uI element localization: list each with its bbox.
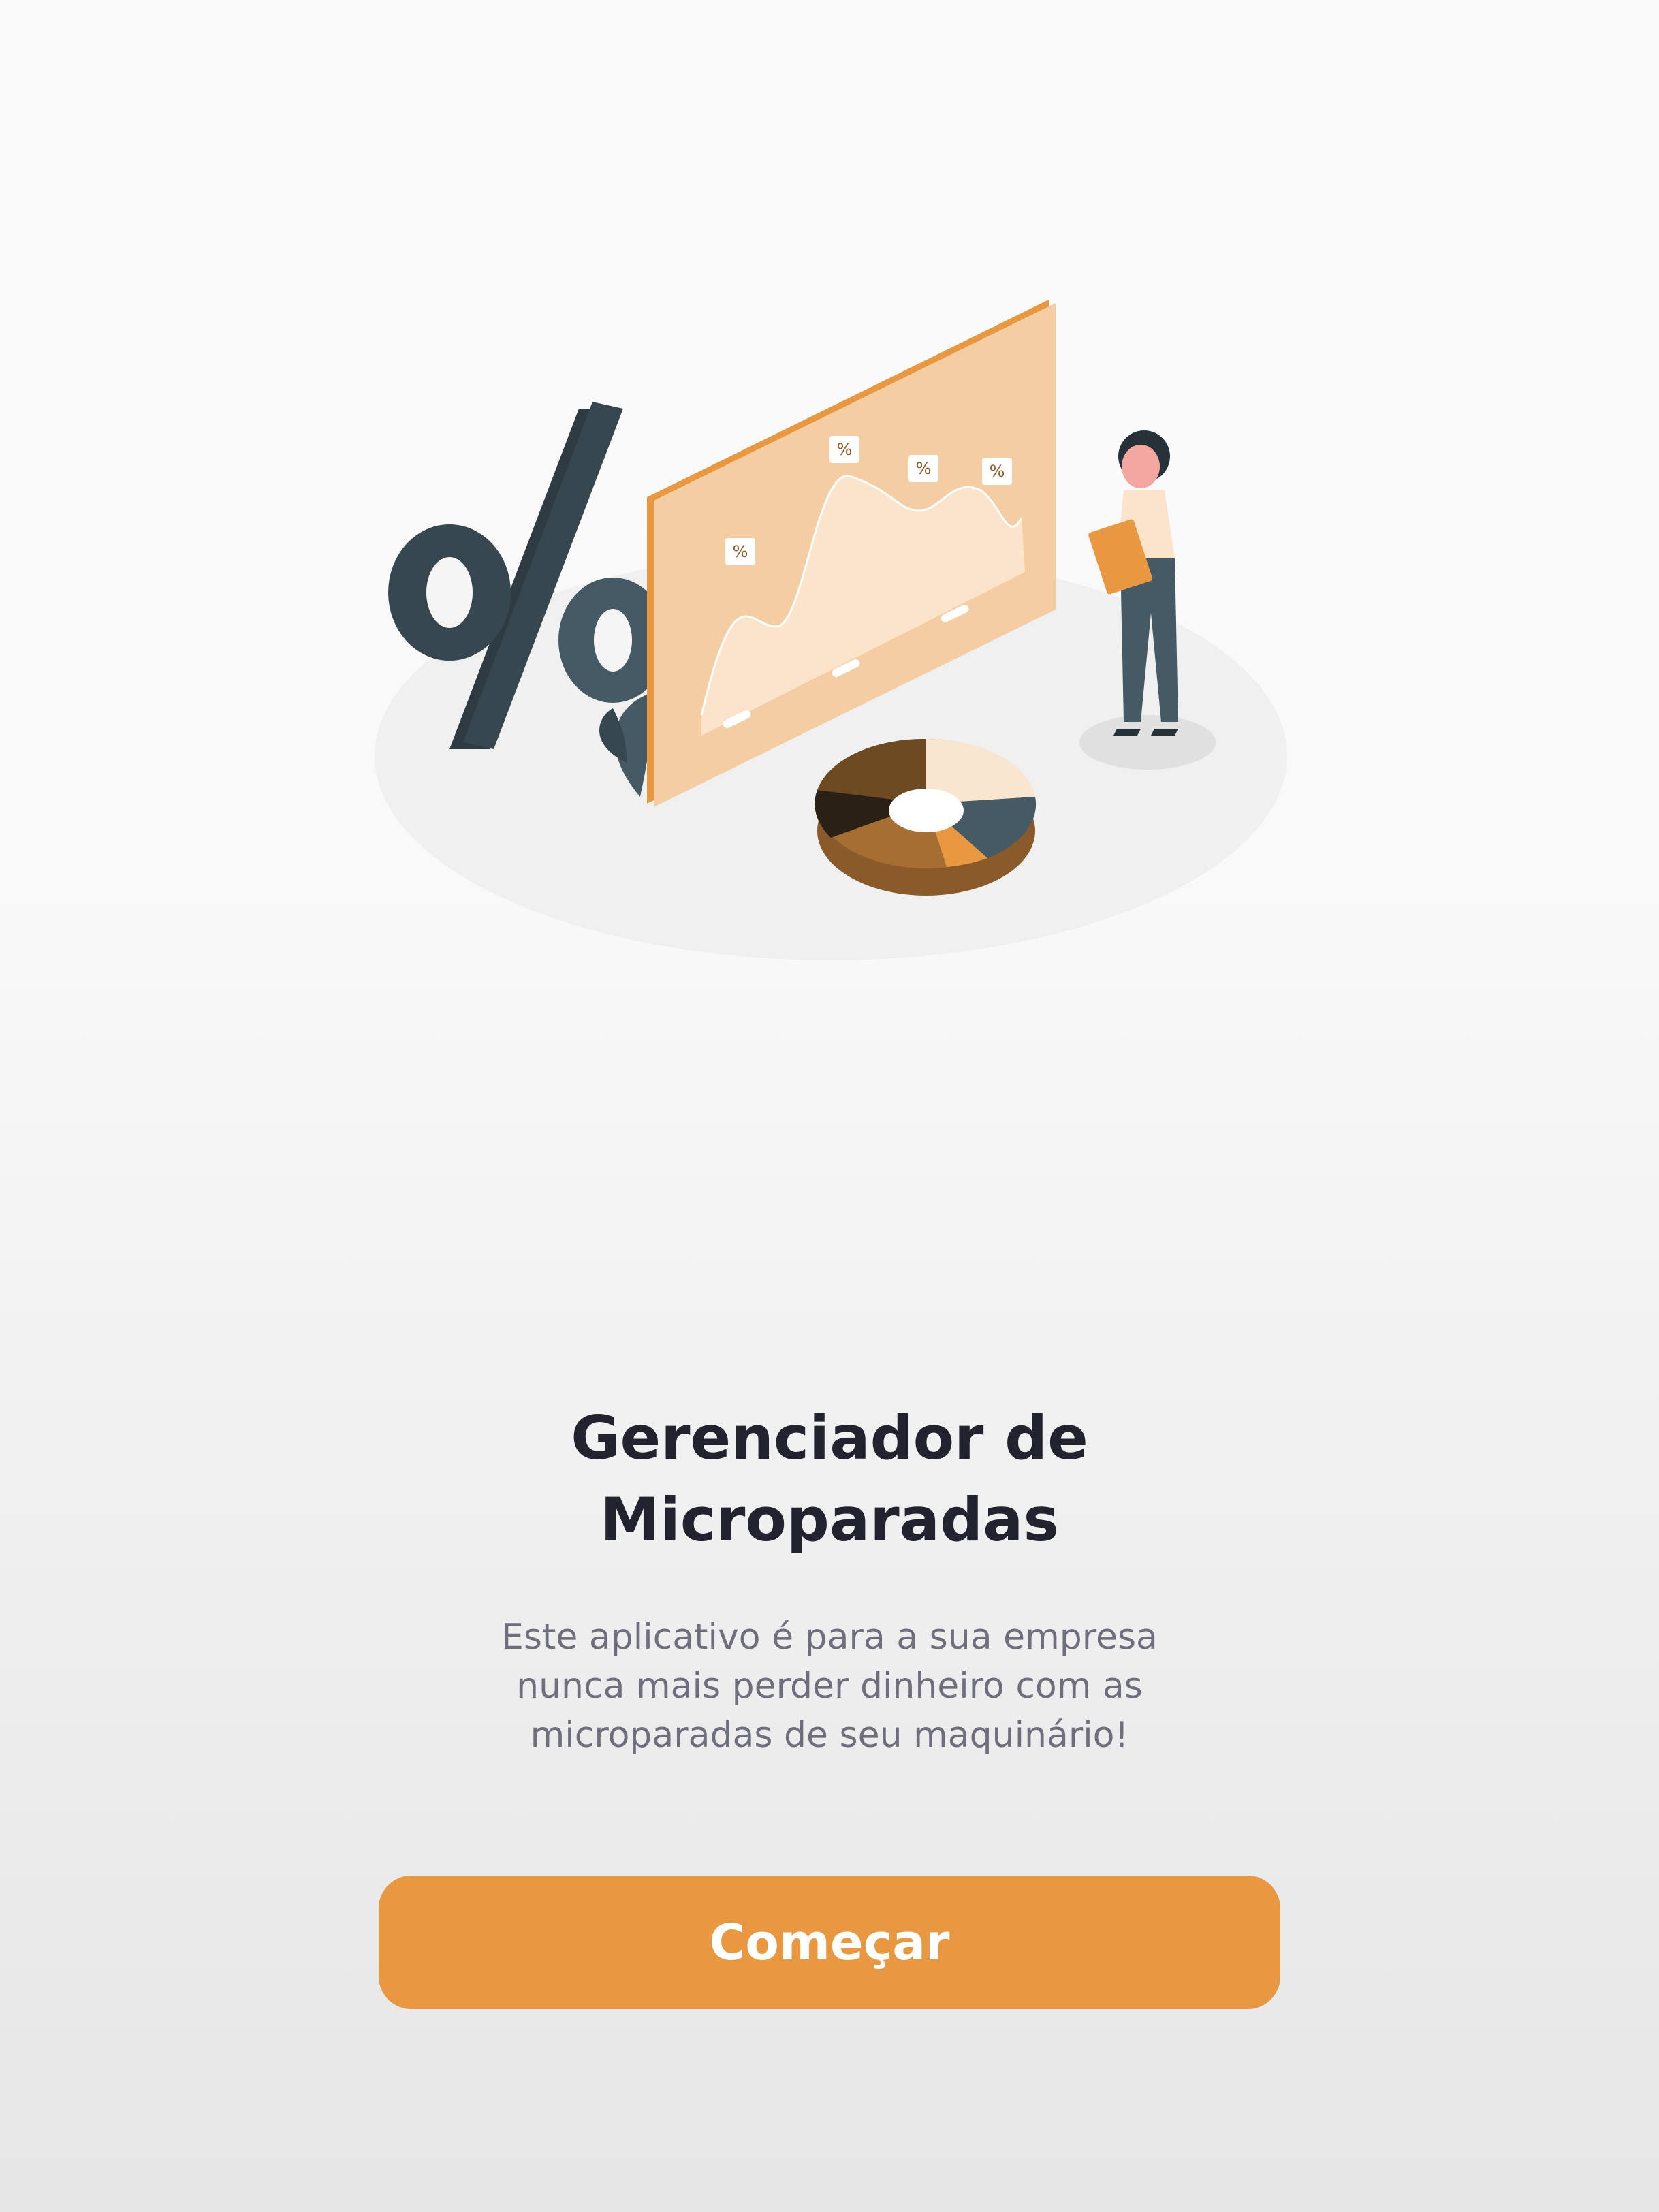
title-line: Gerenciador de <box>571 1403 1088 1473</box>
description-line: Este aplicativo é para a sua empresa <box>501 1617 1158 1658</box>
title-line: Microparadas <box>600 1485 1059 1555</box>
description-text: Este aplicativo é para a sua empresa nun… <box>0 1613 1659 1760</box>
page-title: Gerenciador de Microparadas <box>0 1397 1659 1561</box>
svg-text:%: % <box>733 542 748 561</box>
description-line: nunca mais perder dinheiro com as <box>516 1666 1143 1707</box>
description-line: microparadas de seu maquinário! <box>530 1715 1129 1756</box>
donut-chart-icon <box>815 738 1037 896</box>
start-button[interactable]: Começar <box>379 1876 1280 2009</box>
svg-text:%: % <box>990 462 1005 481</box>
svg-text:%: % <box>916 459 932 478</box>
analytics-illustration: % % % % <box>375 300 1287 960</box>
svg-text:%: % <box>837 440 853 459</box>
